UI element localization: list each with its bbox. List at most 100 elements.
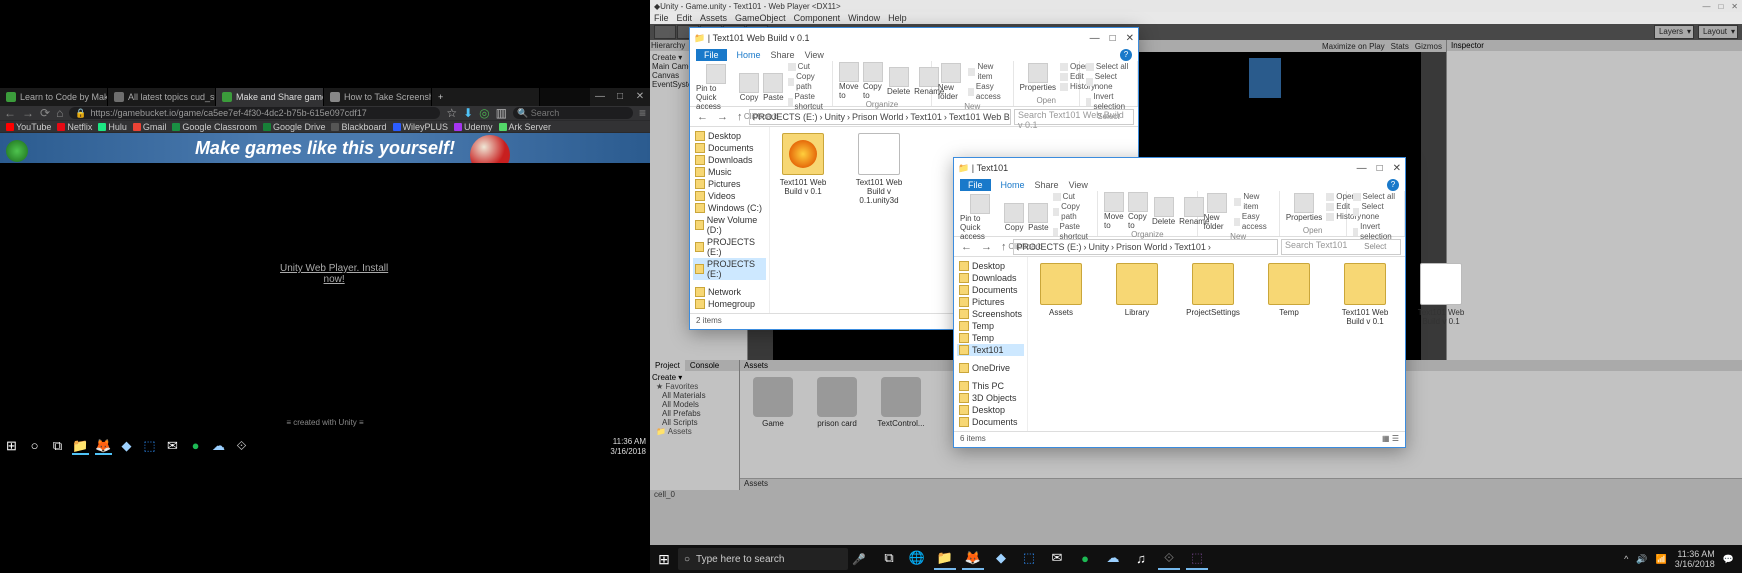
new-tab-button[interactable]: + bbox=[432, 88, 540, 106]
taskbar-item[interactable]: ⊞ bbox=[3, 438, 20, 455]
sidebar-item[interactable]: Desktop bbox=[693, 130, 766, 142]
bookmark-item[interactable]: WileyPLUS bbox=[393, 122, 449, 132]
download-icon[interactable]: ⬇ bbox=[463, 106, 473, 120]
file-item[interactable]: Text101 Web Build v 0.1.unity3d bbox=[852, 133, 906, 205]
asset-item[interactable]: TextControl... bbox=[876, 377, 926, 428]
taskbar-item[interactable]: ✉ bbox=[1046, 548, 1068, 570]
favorite-item[interactable]: All Models bbox=[656, 400, 737, 409]
bookmark-item[interactable]: YouTube bbox=[6, 122, 51, 132]
pin-button[interactable]: Pin to Quick access bbox=[960, 194, 1000, 241]
sidebar-item[interactable]: Text101 bbox=[957, 344, 1024, 356]
browser-tab[interactable]: Learn to Code by Making Gam✕ bbox=[0, 88, 108, 106]
taskbar-item[interactable]: ♫ bbox=[1130, 548, 1152, 570]
sidebar-item[interactable]: Music bbox=[693, 166, 766, 178]
sidebar-item[interactable]: Temp bbox=[957, 332, 1024, 344]
favorite-item[interactable]: All Prefabs bbox=[656, 409, 737, 418]
newfolder-button[interactable]: New folder bbox=[938, 63, 965, 101]
search-input[interactable]: 🔍 Search bbox=[513, 107, 633, 119]
bookmark-item[interactable]: Google Classroom bbox=[172, 122, 257, 132]
menu-item[interactable]: GameObject bbox=[735, 12, 786, 24]
sidebar-item[interactable]: Desktop bbox=[957, 260, 1024, 272]
file-item[interactable]: Library bbox=[1110, 263, 1164, 317]
bookmark-item[interactable]: Hulu bbox=[98, 122, 127, 132]
copyto-button[interactable]: Copy to bbox=[863, 62, 883, 100]
favorite-item[interactable]: All Materials bbox=[656, 391, 737, 400]
tray-icon[interactable]: 🔊 bbox=[1636, 554, 1647, 565]
sidebar-item[interactable]: Desktop bbox=[957, 404, 1024, 416]
tab-share[interactable]: Share bbox=[771, 50, 795, 60]
taskbar-item[interactable]: 🌐 bbox=[906, 548, 928, 570]
breadcrumb[interactable]: Unity bbox=[1089, 242, 1110, 252]
file-item[interactable]: Assets bbox=[1034, 263, 1088, 317]
taskbar-item[interactable]: 📁 bbox=[72, 438, 89, 455]
explorer-title-bar[interactable]: 📁 | Text101 Web Build v 0.1 —□✕ bbox=[690, 28, 1138, 48]
breadcrumb[interactable]: Prison World bbox=[852, 112, 903, 122]
favorite-item[interactable]: All Scripts bbox=[656, 418, 737, 427]
file-content-area[interactable]: AssetsLibraryProjectSettingsTempText101 … bbox=[1028, 257, 1474, 431]
taskbar-item[interactable]: ● bbox=[1074, 548, 1096, 570]
tab-project[interactable]: Project bbox=[650, 360, 685, 371]
menu-item[interactable]: Help bbox=[888, 12, 907, 24]
taskbar-item[interactable]: ◆ bbox=[118, 438, 135, 455]
cut-button[interactable]: Cut bbox=[788, 62, 826, 72]
notification-icon[interactable]: 💬 bbox=[1723, 554, 1734, 565]
sidebar-item[interactable]: New Volume (D:) bbox=[693, 214, 766, 236]
taskbar-item[interactable]: ☁ bbox=[210, 438, 227, 455]
selectall-button[interactable]: Select all bbox=[1086, 62, 1131, 72]
sidebar-item[interactable]: Screenshots bbox=[957, 308, 1024, 320]
layout-dropdown[interactable]: Layout bbox=[1698, 25, 1738, 39]
assets-tree-head[interactable]: 📁 Assets bbox=[652, 427, 737, 436]
start-icon[interactable]: ⊞ bbox=[650, 551, 678, 568]
menu-item[interactable]: Edit bbox=[677, 12, 693, 24]
sidebar-item[interactable]: Downloads bbox=[693, 154, 766, 166]
nav-home-icon[interactable]: ⌂ bbox=[56, 106, 63, 120]
taskbar-item[interactable]: ○ bbox=[26, 438, 43, 455]
sidebar-item[interactable]: PROJECTS (E:) bbox=[693, 258, 766, 280]
breadcrumb[interactable]: Text101 bbox=[1174, 242, 1206, 252]
newfolder-button[interactable]: New folder bbox=[1204, 193, 1231, 231]
properties-button[interactable]: Properties bbox=[1020, 63, 1056, 92]
window-max[interactable]: □ bbox=[1110, 33, 1116, 44]
menu-item[interactable]: File bbox=[654, 12, 669, 24]
taskbar-item[interactable]: ◆ bbox=[990, 548, 1012, 570]
copypath-button[interactable]: Copy path bbox=[788, 72, 826, 92]
moveto-button[interactable]: Move to bbox=[1104, 192, 1124, 230]
breadcrumb[interactable]: Unity bbox=[825, 112, 846, 122]
asset-item[interactable]: prison card bbox=[812, 377, 862, 428]
taskbar-item[interactable]: ⟐ bbox=[233, 438, 250, 455]
sidebar-item[interactable]: Homegroup bbox=[693, 298, 766, 310]
paste-button[interactable]: Paste bbox=[763, 73, 783, 102]
stats-toggle[interactable]: Stats bbox=[1391, 42, 1409, 51]
taskbar-item[interactable]: ⧉ bbox=[49, 438, 66, 455]
bookmark-item[interactable]: Blackboard bbox=[331, 122, 386, 132]
sidebar-item[interactable]: Pictures bbox=[693, 178, 766, 190]
sidebar-item[interactable]: OneDrive bbox=[957, 362, 1024, 374]
taskbar-item[interactable]: 📁 bbox=[934, 548, 956, 570]
gizmos-toggle[interactable]: Gizmos bbox=[1415, 42, 1442, 51]
nav-reload-icon[interactable]: ⟳ bbox=[40, 106, 50, 120]
easyaccess-button[interactable]: Easy access bbox=[1234, 212, 1272, 232]
taskbar-item[interactable]: ⧉ bbox=[878, 548, 900, 570]
file-item[interactable]: Text101 Web Build v 0.1 bbox=[1338, 263, 1392, 326]
sidebar-item[interactable]: Documents bbox=[957, 284, 1024, 296]
window-close[interactable]: ✕ bbox=[1393, 163, 1401, 174]
taskbar-item[interactable]: ⬚ bbox=[141, 438, 158, 455]
file-item[interactable]: Text101 Web Build v 0.1 bbox=[776, 133, 830, 196]
taskbar-item[interactable]: ⬚ bbox=[1018, 548, 1040, 570]
menu-item[interactable]: Component bbox=[794, 12, 841, 24]
menu-item[interactable]: Window bbox=[848, 12, 880, 24]
bookmark-item[interactable]: Udemy bbox=[454, 122, 493, 132]
breadcrumb[interactable]: Text101 Web Build v 0.1 bbox=[949, 112, 1011, 122]
help-icon[interactable]: ? bbox=[1120, 49, 1132, 61]
bookmark-item[interactable]: Netflix bbox=[57, 122, 92, 132]
sidebar-item[interactable]: Documents bbox=[957, 416, 1024, 428]
nav-fwd-icon[interactable]: → bbox=[978, 241, 995, 253]
delete-button[interactable]: Delete bbox=[1152, 197, 1175, 226]
help-icon[interactable]: ? bbox=[1387, 179, 1399, 191]
nav-back-icon[interactable]: ← bbox=[694, 111, 711, 123]
site-avatar-icon[interactable] bbox=[6, 140, 28, 162]
window-min[interactable]: — bbox=[1702, 2, 1710, 11]
sidebar-item[interactable]: Pictures bbox=[957, 296, 1024, 308]
tab-view[interactable]: View bbox=[1069, 180, 1088, 190]
browser-tab[interactable]: Make and Share games with Gam✕ bbox=[216, 88, 324, 106]
